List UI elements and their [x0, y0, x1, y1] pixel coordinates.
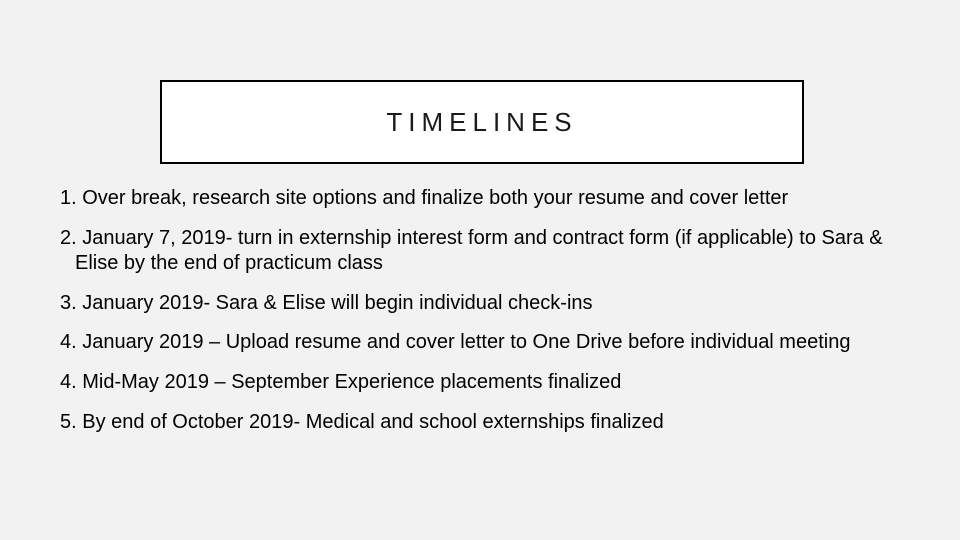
list-item: 2. January 7, 2019- turn in externship i…: [60, 226, 900, 277]
list-item: 1. Over break, research site options and…: [60, 186, 900, 212]
list-item: 4. Mid-May 2019 – September Experience p…: [60, 370, 900, 396]
item-text: By end of October 2019- Medical and scho…: [82, 411, 663, 433]
item-text: January 7, 2019- turn in externship inte…: [75, 227, 883, 275]
item-number: 4.: [60, 371, 82, 393]
item-text: January 2019- Sara & Elise will begin in…: [82, 292, 592, 314]
slide-title: TIMELINES: [386, 107, 577, 138]
item-number: 1.: [60, 187, 82, 209]
item-text: Mid-May 2019 – September Experience plac…: [82, 371, 621, 393]
item-text: Over break, research site options and fi…: [82, 187, 788, 209]
list-item: 5. By end of October 2019- Medical and s…: [60, 410, 900, 436]
slide: TIMELINES 1. Over break, research site o…: [0, 0, 960, 540]
list-item: 3. January 2019- Sara & Elise will begin…: [60, 291, 900, 317]
item-text: January 2019 – Upload resume and cover l…: [82, 331, 850, 353]
list-item: 4. January 2019 – Upload resume and cove…: [60, 330, 900, 356]
title-frame: TIMELINES: [160, 80, 804, 164]
item-number: 2.: [60, 227, 82, 249]
item-number: 3.: [60, 292, 82, 314]
content-area: 1. Over break, research site options and…: [60, 186, 900, 449]
item-number: 4.: [60, 331, 82, 353]
item-number: 5.: [60, 411, 82, 433]
